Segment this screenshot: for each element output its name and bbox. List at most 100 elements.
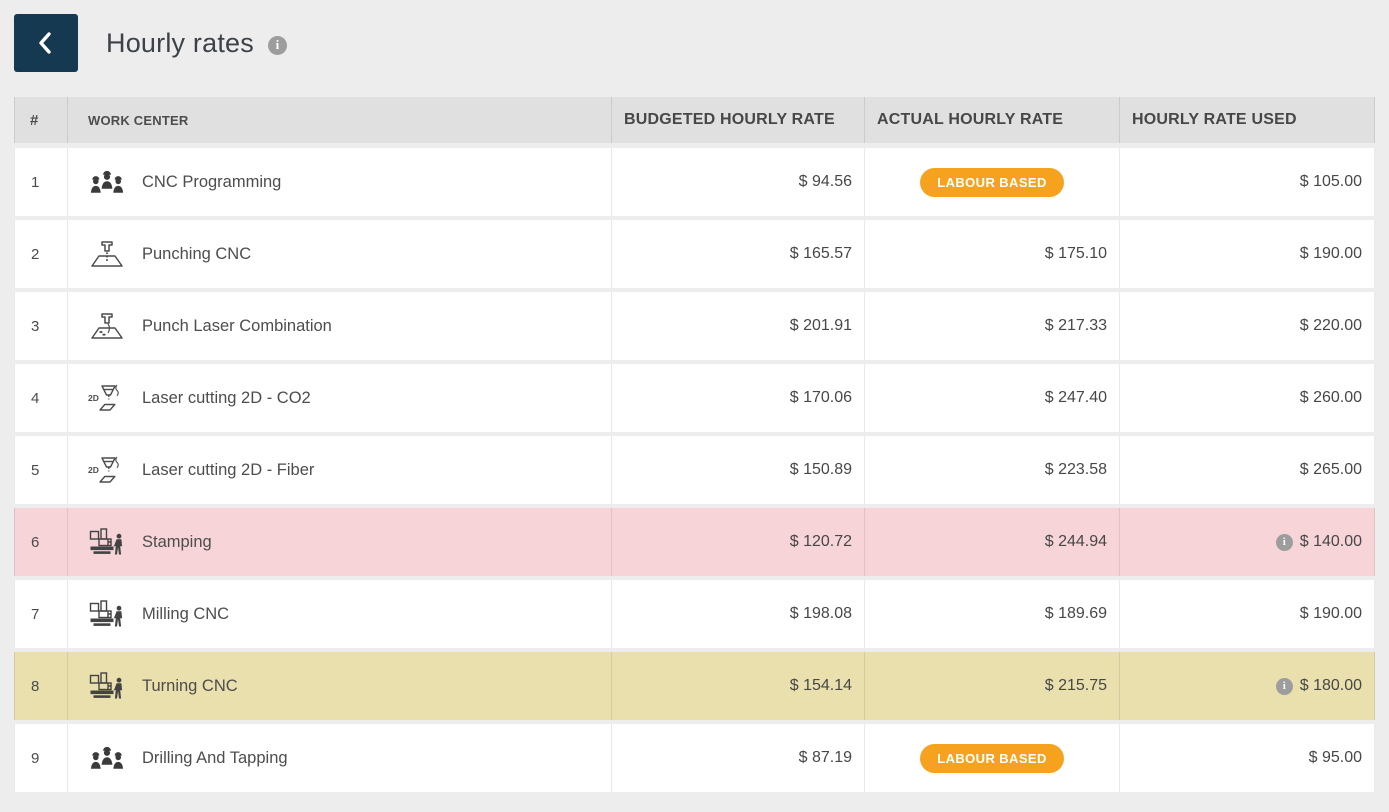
rate-used-value: $ 140.00 [1300, 533, 1362, 551]
budgeted-rate-cell: $ 198.08 [612, 580, 865, 648]
work-center-cell: Turning CNC [68, 652, 612, 720]
rate-used-cell: $ 260.00 [1120, 364, 1375, 432]
rate-used-cell: $ 190.00 [1120, 580, 1375, 648]
punch-laser-machine-icon [88, 311, 126, 342]
actual-rate-cell: $ 189.69 [865, 580, 1120, 648]
cnc-machine-operator-icon [88, 527, 126, 558]
row-number: 2 [14, 220, 68, 288]
column-header-rate-used: HOURLY RATE USED [1120, 97, 1375, 143]
rate-used-value: $ 220.00 [1300, 317, 1362, 335]
budgeted-rate-cell: $ 154.14 [612, 652, 865, 720]
work-center-label: Stamping [142, 533, 212, 552]
info-icon[interactable]: i [1276, 678, 1293, 695]
back-button[interactable] [14, 14, 78, 72]
column-header-actual-rate: ACTUAL HOURLY RATE [865, 97, 1120, 143]
workers-team-icon [88, 167, 126, 198]
table-row[interactable]: 4 2D Laser cutting 2D - CO2 $ 170.06$ 247.4… [14, 364, 1375, 432]
row-number: 5 [14, 436, 68, 504]
rate-used-cell: $ 220.00 [1120, 292, 1375, 360]
column-header-work-center: WORK CENTER [68, 97, 612, 143]
row-number: 3 [14, 292, 68, 360]
actual-rate-cell: $ 217.33 [865, 292, 1120, 360]
work-center-label: Turning CNC [142, 677, 238, 696]
row-number: 8 [14, 652, 68, 720]
work-center-cell: Milling CNC [68, 580, 612, 648]
cnc-machine-operator-icon [88, 671, 126, 702]
rate-used-value: $ 265.00 [1300, 461, 1362, 479]
work-center-label: Laser cutting 2D - CO2 [142, 389, 311, 408]
actual-rate-cell: LABOUR BASED [865, 724, 1120, 792]
hourly-rates-page: Hourly rates i # WORK CENTER BUDGETED HO… [0, 0, 1389, 812]
row-number: 1 [14, 148, 68, 216]
actual-rate-cell: $ 223.58 [865, 436, 1120, 504]
table-row[interactable]: 3 Punch Laser Combination $ 201.91$ 217.33… [14, 292, 1375, 360]
work-center-label: Punch Laser Combination [142, 317, 332, 336]
rate-used-cell: i $ 140.00 [1120, 508, 1375, 576]
budgeted-rate-cell: $ 165.57 [612, 220, 865, 288]
work-center-label: Punching CNC [142, 245, 251, 264]
row-number: 4 [14, 364, 68, 432]
rate-used-value: $ 260.00 [1300, 389, 1362, 407]
actual-rate-cell: $ 244.94 [865, 508, 1120, 576]
cnc-machine-operator-icon [88, 599, 126, 630]
budgeted-rate-cell: $ 150.89 [612, 436, 865, 504]
work-center-label: CNC Programming [142, 173, 281, 192]
table-row[interactable]: 9 Drilling And Tapping $ 87.19 LABOUR BASED… [14, 724, 1375, 792]
rate-used-cell: $ 105.00 [1120, 148, 1375, 216]
workers-team-icon [88, 743, 126, 774]
work-center-cell: Stamping [68, 508, 612, 576]
work-center-cell: CNC Programming [68, 148, 612, 216]
table-row[interactable]: 8 Turning CNC $ 154.14$ 215.75 i $ 180.00 [14, 652, 1375, 720]
work-center-cell: 2D Laser cutting 2D - CO2 [68, 364, 612, 432]
labour-based-badge: LABOUR BASED [920, 744, 1064, 773]
rate-used-value: $ 95.00 [1309, 749, 1362, 767]
column-header-budgeted-rate: BUDGETED HOURLY RATE [612, 97, 865, 143]
column-header-index: # [14, 97, 68, 143]
info-icon[interactable]: i [268, 36, 287, 55]
topbar: Hourly rates i [14, 14, 1375, 72]
punching-machine-icon [88, 239, 126, 270]
rate-used-cell: $ 190.00 [1120, 220, 1375, 288]
table-row[interactable]: 5 2D Laser cutting 2D - Fiber $ 150.89$ 223… [14, 436, 1375, 504]
page-title: Hourly rates [106, 28, 254, 59]
row-number: 7 [14, 580, 68, 648]
work-center-cell: Drilling And Tapping [68, 724, 612, 792]
work-center-cell: 2D Laser cutting 2D - Fiber [68, 436, 612, 504]
actual-rate-cell: $ 175.10 [865, 220, 1120, 288]
table-body: 1CNC Programming$ 94.56LABOUR BASED$ 105… [14, 148, 1375, 792]
work-center-label: Milling CNC [142, 605, 229, 624]
info-icon[interactable]: i [1276, 534, 1293, 551]
row-number: 9 [14, 724, 68, 792]
work-center-cell: Punch Laser Combination [68, 292, 612, 360]
budgeted-rate-cell: $ 120.72 [612, 508, 865, 576]
table-row[interactable]: 1 CNC Programming $ 94.56LABOUR BASED $ 105… [14, 148, 1375, 216]
table-header-row: # WORK CENTER BUDGETED HOURLY RATE ACTUA… [14, 97, 1375, 143]
actual-rate-cell: $ 247.40 [865, 364, 1120, 432]
budgeted-rate-cell: $ 87.19 [612, 724, 865, 792]
laser-cutting-2d-icon: 2D [88, 455, 126, 486]
svg-text:2D: 2D [88, 465, 99, 475]
table-row[interactable]: 6 Stamping $ 120.72$ 244.94 i $ 140.00 [14, 508, 1375, 576]
table-row[interactable]: 7 Milling CNC $ 198.08$ 189.69 $ 190.00 [14, 580, 1375, 648]
chevron-left-icon [34, 30, 58, 56]
rate-used-value: $ 105.00 [1300, 173, 1362, 191]
rate-used-value: $ 190.00 [1300, 605, 1362, 623]
rate-used-cell: i $ 180.00 [1120, 652, 1375, 720]
svg-text:2D: 2D [88, 393, 99, 403]
table-row[interactable]: 2 Punching CNC $ 165.57$ 175.10 $ 190.00 [14, 220, 1375, 288]
work-center-label: Laser cutting 2D - Fiber [142, 461, 314, 480]
work-center-cell: Punching CNC [68, 220, 612, 288]
rate-used-cell: $ 95.00 [1120, 724, 1375, 792]
budgeted-rate-cell: $ 94.56 [612, 148, 865, 216]
work-center-label: Drilling And Tapping [142, 749, 288, 768]
budgeted-rate-cell: $ 201.91 [612, 292, 865, 360]
rate-used-value: $ 190.00 [1300, 245, 1362, 263]
rate-used-value: $ 180.00 [1300, 677, 1362, 695]
rate-used-cell: $ 265.00 [1120, 436, 1375, 504]
actual-rate-cell: LABOUR BASED [865, 148, 1120, 216]
budgeted-rate-cell: $ 170.06 [612, 364, 865, 432]
row-number: 6 [14, 508, 68, 576]
hourly-rates-table: # WORK CENTER BUDGETED HOURLY RATE ACTUA… [14, 97, 1375, 792]
laser-cutting-2d-icon: 2D [88, 383, 126, 414]
actual-rate-cell: $ 215.75 [865, 652, 1120, 720]
